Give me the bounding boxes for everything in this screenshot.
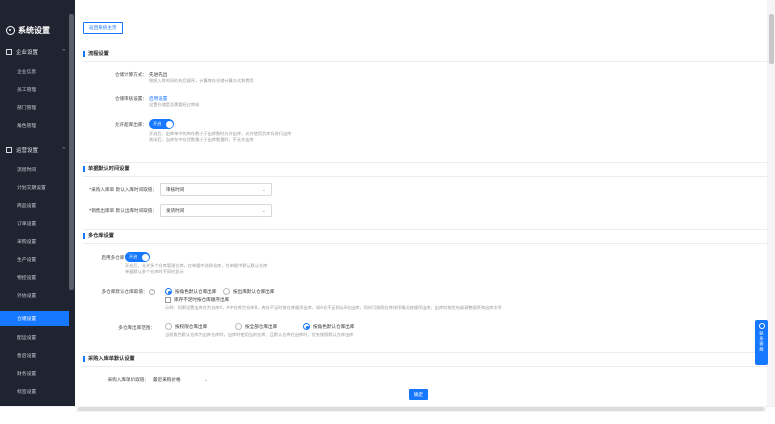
inbound-time-select[interactable]: 审核时间 ⌄	[160, 183, 272, 196]
purchase-price-label: 采购入库单价取值：	[107, 378, 149, 383]
section-title-doc-time: 单据默认时间设置	[83, 166, 130, 172]
settings-icon	[6, 147, 12, 153]
toggle-text: 开启	[129, 254, 138, 259]
customer-service-label: 联系客服	[759, 331, 765, 352]
toggle-text: 开启	[153, 121, 162, 126]
sidebar-item-production[interactable]: 生产设置	[0, 252, 69, 267]
divider	[83, 61, 767, 62]
sidebar-item-orders[interactable]: 订单设置	[0, 216, 69, 231]
chevron-down-icon: ⌄	[203, 376, 208, 383]
sidebar-group-label: 运营设置	[16, 148, 39, 154]
sidebar-item-goods[interactable]: 商品设置	[0, 198, 69, 213]
negative-stock-toggle[interactable]: 开启	[149, 119, 174, 129]
negative-stock-desc-2: 关闭后，当库存中存货数量小于出库数量时，不允许出库	[149, 137, 254, 142]
default-wh-radio-1[interactable]: 按角色默认仓库出库	[165, 288, 216, 295]
app-title: 系统设置	[6, 25, 50, 36]
section-title-flow: 流程设置	[83, 51, 109, 57]
cost-method-label: 仓储计算方式：	[114, 73, 147, 78]
select-value: 发货时间	[166, 208, 185, 214]
sidebar-item-aftersale[interactable]: 售后设置	[0, 348, 69, 363]
sidebar-item-staff[interactable]: 员工管理	[0, 82, 69, 97]
sidebar-item-outsource[interactable]: 外协设置	[0, 288, 69, 303]
scrollbar-thumb[interactable]	[768, 14, 774, 64]
sidebar-item-delivery[interactable]: 计划交期设置	[0, 180, 69, 195]
back-home-button[interactable]: 返回系统主页	[83, 22, 123, 34]
chevron-up-icon: ^	[61, 49, 66, 55]
multi-warehouse-toggle[interactable]: 开启	[125, 252, 150, 262]
sidebar-group-label: 企业设置	[16, 50, 39, 56]
radio-dot	[165, 323, 172, 330]
radio-dot	[235, 323, 242, 330]
radio-label: 按权限仓库出库	[175, 324, 208, 330]
divider	[83, 243, 767, 244]
default-wh-radio-2[interactable]: 按出库默认仓库出库	[223, 288, 274, 295]
horizontal-scrollbar[interactable]	[76, 406, 766, 412]
divider	[83, 162, 767, 163]
section-title-purchase-inbound: 采购入库单默认设置	[83, 356, 135, 362]
radio-dot	[303, 323, 310, 330]
select-value: 最近采购价格	[153, 377, 181, 383]
outbound-time-select[interactable]: 发货时间 ⌄	[160, 204, 272, 217]
sidebar-item-departments[interactable]: 部门管理	[0, 100, 69, 115]
sidebar-item-roles[interactable]: 角色管理	[0, 118, 69, 133]
divider	[83, 176, 767, 177]
sidebar-item-finance[interactable]: 财务设置	[0, 366, 69, 381]
sidebar-item-labels[interactable]: 标签设置	[0, 384, 69, 399]
range-radio-2[interactable]: 按全部仓库出库	[235, 323, 277, 330]
gear-icon	[6, 26, 15, 35]
divider	[83, 229, 767, 230]
sidebar-scrollbar[interactable]	[69, 14, 74, 290]
outbound-range-desc: 当前角色默认仓库为出库仓库时，出库时使用当前仓库、且默认仓库在出库时，优先按照默…	[165, 332, 354, 337]
outbound-range-label: 多仓库出库范围：	[118, 326, 155, 331]
sidebar-item-flow-time[interactable]: 流程时间	[0, 162, 69, 177]
app-title-text: 系统设置	[18, 26, 50, 35]
question-icon[interactable]: ?	[149, 289, 155, 295]
section-title-multi-warehouse: 多仓库设置	[83, 233, 114, 239]
audit-desc: 设置仓储是否需要经过审核	[149, 102, 200, 107]
range-radio-1[interactable]: 按权限仓库出库	[165, 323, 207, 330]
audit-label: 仓储审核设置：	[114, 97, 147, 102]
multi-warehouse-label: 启用多仓库：	[101, 256, 129, 261]
purchase-price-select[interactable]: 最近采购价格 ⌄	[153, 373, 213, 386]
main-content: 返回系统主页 流程设置 仓储计算方式： 先进先出 按照入库时间的先后顺序，计算库…	[75, 0, 767, 406]
default-warehouse-label-text: 多仓库默认仓库取值：	[101, 290, 148, 295]
range-radio-3[interactable]: 按角色默认仓库出库	[303, 323, 354, 330]
checkbox-box	[165, 297, 171, 303]
sidebar-item-material[interactable]: 物控设置	[0, 270, 69, 285]
chevron-down-icon: ⌄	[261, 207, 266, 214]
sidebar: 系统设置 企业设置 ^ 企业信息 员工管理 部门管理 角色管理 运营设置 ^ 流…	[0, 0, 75, 406]
chevron-down-icon: ⌄	[261, 186, 266, 193]
radio-label: 按角色默认仓库出库	[175, 289, 217, 295]
order-by-seq-checkbox[interactable]: 库存不足时按仓库顺序出库	[165, 297, 229, 303]
inbound-time-label: *采购入库单 默认入库时间取值：	[88, 188, 157, 193]
default-warehouse-label: 多仓库默认仓库取值： ?	[85, 289, 155, 295]
cost-method-desc: 按照入库时间的先后顺序，计算库存仓储计算方式和费用	[149, 78, 254, 83]
customer-service-button[interactable]: 联系客服	[755, 320, 768, 365]
radio-dot	[165, 288, 172, 295]
chevron-up-icon: ^	[61, 147, 66, 153]
multi-warehouse-desc-2: 单据默认多个仓库时不同时显示	[125, 269, 184, 274]
divider	[83, 366, 767, 367]
select-value: 审核时间	[166, 187, 185, 193]
radio-dot	[223, 288, 230, 295]
radio-label: 按角色默认仓库出库	[313, 324, 355, 330]
confirm-button[interactable]: 确定	[409, 389, 428, 400]
negative-stock-label: 允许超库出库：	[114, 123, 147, 128]
sidebar-item-shipping[interactable]: 配运设置	[0, 330, 69, 345]
outbound-time-label: *销售出库单 默认出库时间取值：	[88, 209, 157, 214]
sidebar-item-enterprise-info[interactable]: 企业信息	[0, 64, 69, 79]
sidebar-group-operations[interactable]: 运营设置 ^	[6, 146, 66, 154]
divider	[83, 352, 767, 353]
sidebar-item-warehouse[interactable]: 仓储设置	[0, 311, 69, 326]
building-icon	[6, 49, 12, 55]
default-warehouse-desc: 示例：如果设置出库仓为仓库A，A中仓库为仓库B，库存不足时按仓库顺序出库，如A仓…	[165, 305, 502, 310]
checkbox-label: 库存不足时按仓库顺序出库	[174, 298, 230, 303]
sidebar-group-enterprise[interactable]: 企业设置 ^	[6, 48, 66, 56]
main-scrollbar[interactable]	[767, 0, 775, 406]
scrollbar-thumb[interactable]	[78, 407, 764, 411]
headset-icon	[758, 323, 765, 329]
sidebar-item-purchase[interactable]: 采购设置	[0, 234, 69, 249]
radio-label: 按全部仓库出库	[245, 324, 278, 330]
radio-label: 按出库默认仓库出库	[233, 289, 275, 295]
